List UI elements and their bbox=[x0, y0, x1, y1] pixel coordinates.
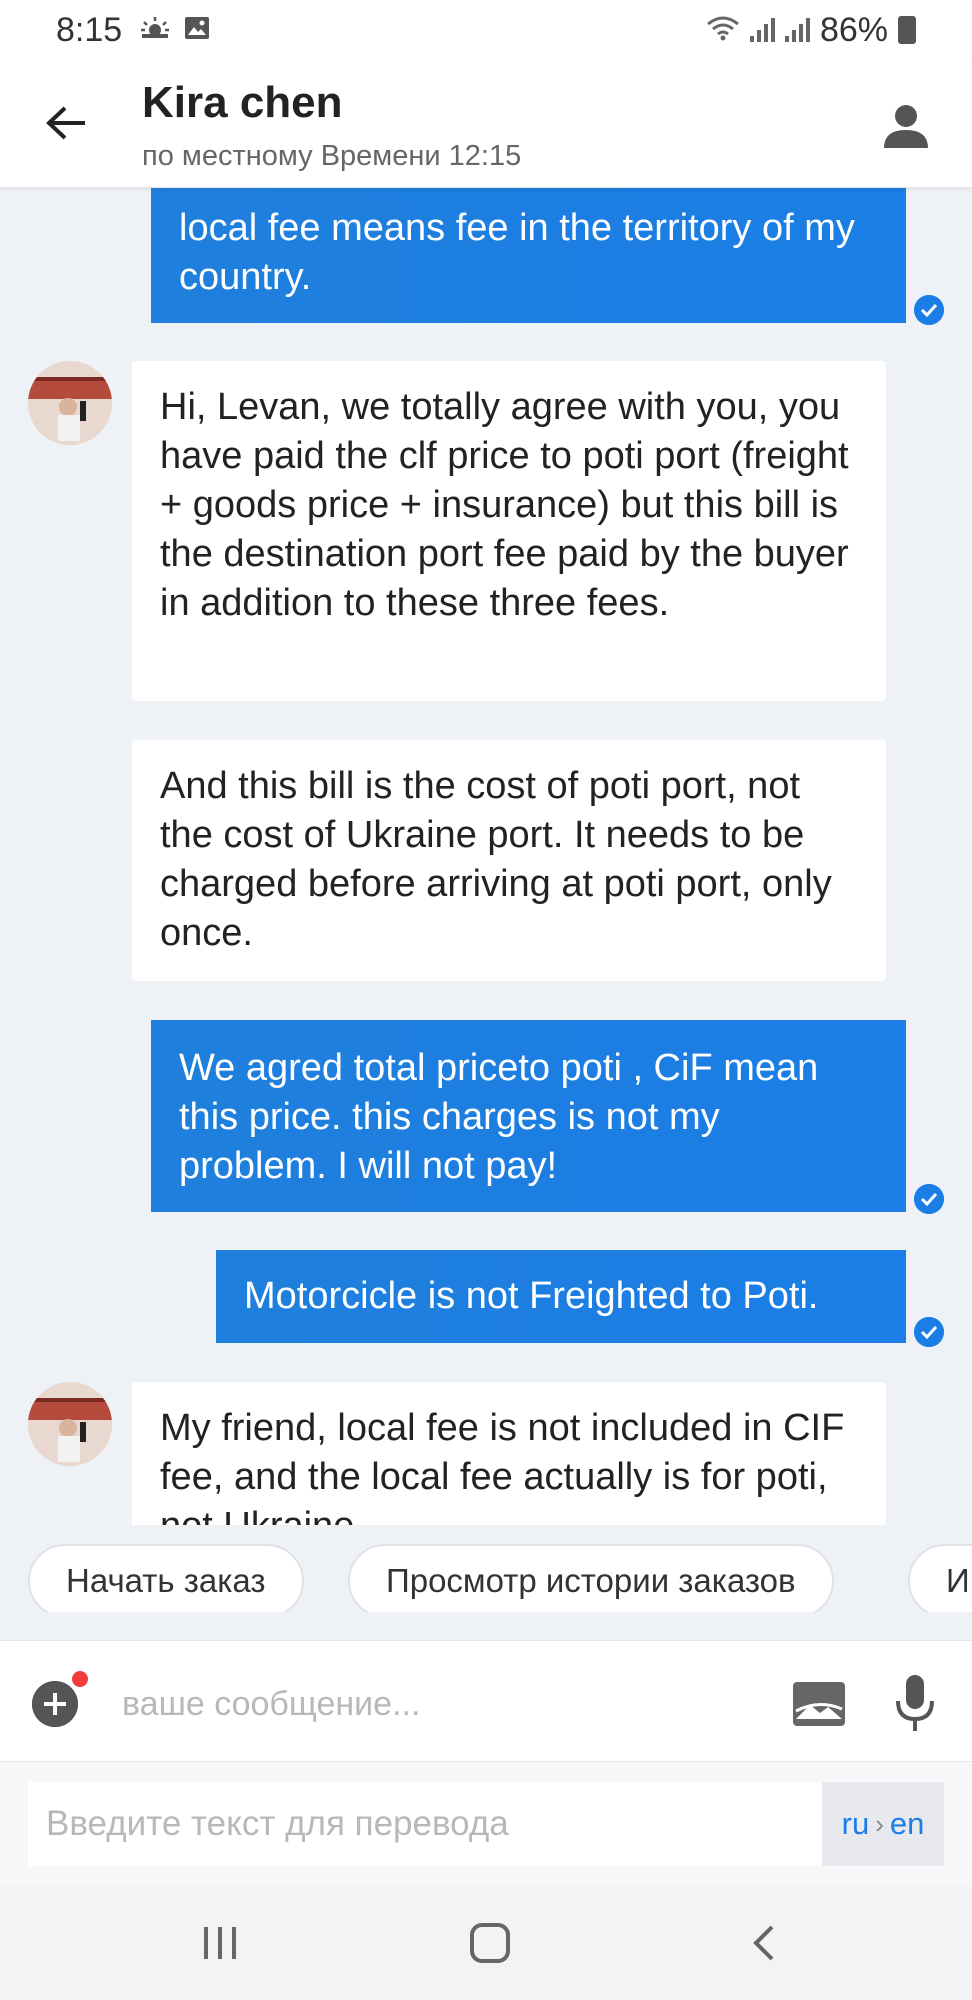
gallery-icon bbox=[184, 16, 210, 45]
person-icon bbox=[884, 105, 928, 148]
recent-apps-button[interactable] bbox=[190, 1916, 250, 1970]
arrow-left-icon bbox=[46, 106, 85, 140]
back-button[interactable] bbox=[40, 98, 92, 148]
message-text: Motorcicle is not Freighted to Poti. bbox=[244, 1275, 819, 1317]
translate-box: ru › en bbox=[28, 1782, 944, 1866]
message-text: Hi, Levan, we totally agree with you, yo… bbox=[160, 386, 849, 624]
status-time: 8:15 bbox=[56, 10, 123, 49]
incoming-message[interactable]: And this bill is the cost of poti port, … bbox=[132, 740, 886, 981]
contact-local-time: по местному Времени 12:15 bbox=[142, 140, 522, 172]
back-nav-button[interactable] bbox=[733, 1916, 793, 1970]
source-language: ru bbox=[841, 1806, 870, 1841]
quick-reply-bar[interactable]: Начать заказ Просмотр истории заказов И bbox=[0, 1530, 972, 1612]
contact-name: Kira chen bbox=[142, 78, 343, 127]
translate-input[interactable] bbox=[46, 1796, 826, 1852]
contact-avatar[interactable] bbox=[28, 361, 112, 445]
chat-header: Kira chen по местному Времени 12:15 bbox=[0, 60, 972, 188]
message-text: My friend, local fee is not included in … bbox=[160, 1407, 845, 1525]
battery-text: 86% bbox=[819, 10, 888, 49]
voice-message-button[interactable] bbox=[890, 1673, 940, 1733]
signal-icon-2 bbox=[784, 18, 810, 42]
profile-button[interactable] bbox=[878, 98, 934, 154]
message-input[interactable] bbox=[122, 1677, 762, 1731]
image-icon bbox=[793, 1682, 845, 1726]
plus-icon bbox=[32, 1681, 78, 1727]
system-nav-bar bbox=[0, 1886, 972, 2000]
message-text: And this bill is the cost of poti port, … bbox=[160, 765, 832, 954]
notification-dot bbox=[72, 1671, 88, 1687]
message-text: local fee means fee in the territory of … bbox=[179, 207, 855, 298]
chevron-right-icon: › bbox=[875, 1808, 884, 1839]
message-input-bar bbox=[0, 1640, 972, 1762]
send-image-button[interactable] bbox=[792, 1681, 846, 1727]
outgoing-message[interactable]: local fee means fee in the territory of … bbox=[151, 188, 906, 323]
add-attachment-button[interactable] bbox=[32, 1681, 78, 1727]
microphone-icon bbox=[896, 1675, 934, 1731]
language-pair-button[interactable]: ru › en bbox=[822, 1782, 944, 1866]
quick-reply-more[interactable]: И bbox=[908, 1544, 972, 1612]
incoming-message[interactable]: Hi, Levan, we totally agree with you, yo… bbox=[132, 361, 886, 701]
outgoing-message[interactable]: We agred total priceto poti , CiF mean t… bbox=[151, 1020, 906, 1212]
contact-avatar[interactable] bbox=[28, 1382, 112, 1466]
recent-apps-icon bbox=[204, 1927, 236, 1959]
translate-bar: ru › en bbox=[0, 1762, 972, 1886]
signal-icon bbox=[749, 18, 775, 42]
home-icon bbox=[470, 1923, 510, 1963]
weather-icon bbox=[140, 16, 170, 45]
quick-reply-start-order[interactable]: Начать заказ bbox=[28, 1544, 304, 1612]
battery-icon bbox=[898, 16, 916, 44]
read-check-icon bbox=[914, 1184, 944, 1214]
read-check-icon bbox=[914, 1317, 944, 1347]
wifi-icon bbox=[706, 11, 740, 50]
incoming-message[interactable]: My friend, local fee is not included in … bbox=[132, 1382, 886, 1525]
outgoing-message[interactable]: Motorcicle is not Freighted to Poti. bbox=[216, 1250, 906, 1343]
chevron-left-icon bbox=[753, 1925, 774, 1961]
message-text: We agred total priceto poti , CiF mean t… bbox=[179, 1047, 819, 1187]
home-button[interactable] bbox=[460, 1916, 520, 1970]
message-list[interactable]: local fee means fee in the territory of … bbox=[0, 188, 972, 1525]
read-check-icon bbox=[914, 295, 944, 325]
status-bar: 8:15 86% bbox=[0, 0, 972, 60]
target-language: en bbox=[889, 1806, 925, 1841]
quick-reply-order-history[interactable]: Просмотр истории заказов bbox=[348, 1544, 834, 1612]
